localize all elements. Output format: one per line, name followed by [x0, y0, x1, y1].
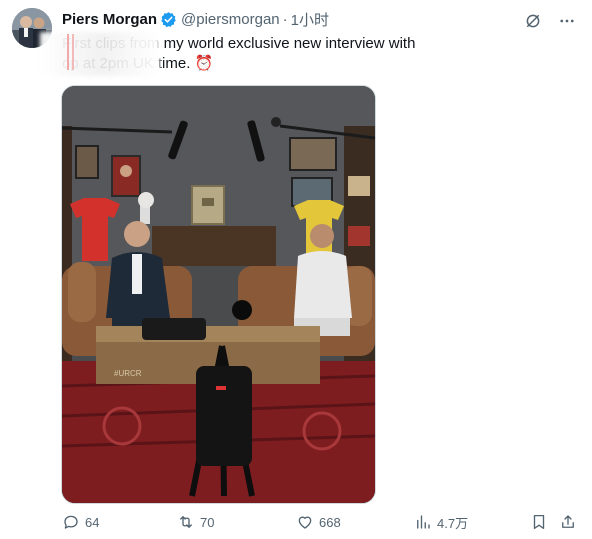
grok-icon[interactable]	[522, 10, 544, 32]
like-icon	[295, 512, 315, 532]
share-icon	[558, 512, 578, 532]
share-button[interactable]	[558, 512, 582, 532]
redaction-marks	[67, 34, 74, 70]
tweet-card[interactable]: Piers Morgan @piersmorgan · 1小时 First cl…	[0, 0, 592, 539]
table-sign: #URCR	[114, 369, 142, 378]
views-count: 4.7万	[437, 515, 469, 531]
tweet-action-bar: 64 70 668 4.7万	[0, 512, 592, 538]
reply-count: 64	[85, 514, 100, 530]
author-handle[interactable]: @piersmorgan	[181, 11, 280, 28]
redaction-blur	[40, 32, 160, 76]
tweet-header: Piers Morgan @piersmorgan · 1小时	[62, 9, 329, 30]
tweet-timestamp[interactable]: 1小时	[291, 9, 329, 30]
separator-dot: ·	[282, 11, 288, 28]
retweet-icon	[176, 512, 196, 532]
bookmark-icon	[529, 512, 549, 532]
more-icon[interactable]	[556, 10, 578, 32]
reply-button[interactable]: 64	[61, 512, 99, 532]
bookmark-button[interactable]	[529, 512, 553, 532]
reply-icon	[61, 512, 81, 532]
views-button[interactable]: 4.7万	[413, 512, 468, 532]
verified-badge-icon	[160, 11, 177, 28]
like-button[interactable]: 668	[295, 512, 341, 532]
retweet-button[interactable]: 70	[176, 512, 214, 532]
like-count: 668	[319, 514, 341, 530]
interview-photo: #URCR	[62, 86, 375, 503]
tweet-media-image[interactable]: #URCR	[61, 85, 376, 504]
retweet-count: 70	[200, 514, 215, 530]
author-name[interactable]: Piers Morgan	[62, 11, 157, 28]
tweet-top-actions	[522, 10, 578, 32]
views-icon	[413, 512, 433, 532]
